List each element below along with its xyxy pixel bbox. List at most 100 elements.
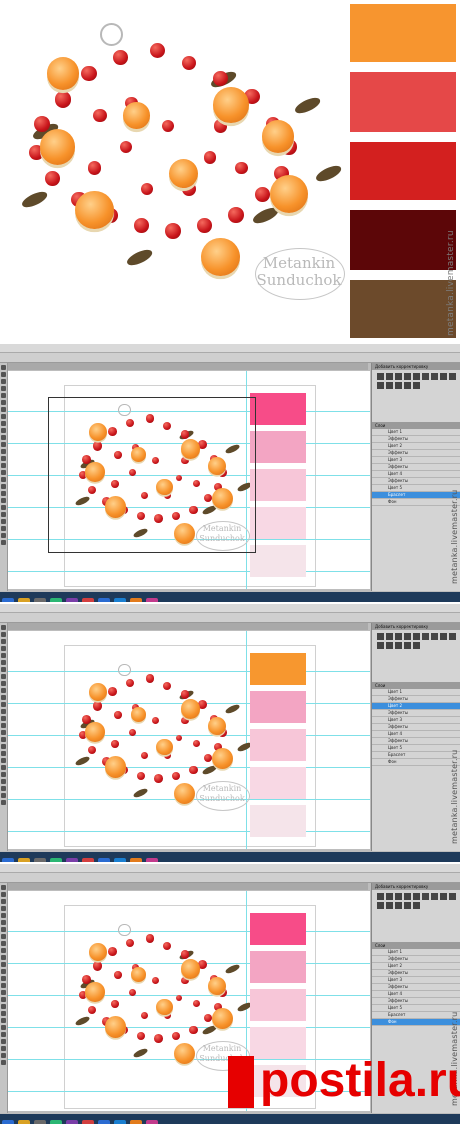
layer-row[interactable]: Цвет 4 <box>372 991 460 998</box>
guide-line[interactable] <box>8 571 370 572</box>
tool-icon[interactable] <box>1 393 6 398</box>
tool-icon[interactable] <box>1 1039 6 1044</box>
taskbar-app-icon[interactable] <box>50 598 62 602</box>
layer-row[interactable]: Цвет 1 <box>372 689 460 696</box>
layer-row[interactable]: Фон <box>372 759 460 766</box>
tool-icon[interactable] <box>1 386 6 391</box>
tool-icon[interactable] <box>1 526 6 531</box>
tool-icon[interactable] <box>1 372 6 377</box>
document-tab[interactable]: Браслет цветочный @ 50% (Кривые, RGB/8) <box>8 883 368 899</box>
layer-row[interactable]: Браслет <box>372 1012 460 1019</box>
layer-row[interactable]: Цвет 4 <box>372 471 460 478</box>
layer-row[interactable]: Цвет 1 <box>372 429 460 436</box>
layer-row[interactable]: Цвет 3 <box>372 457 460 464</box>
adjustment-icon[interactable] <box>386 902 393 909</box>
layer-row[interactable]: Эффекты <box>372 984 460 991</box>
taskbar-app-icon[interactable] <box>98 598 110 602</box>
tool-icon[interactable] <box>1 505 6 510</box>
tool-icon[interactable] <box>1 906 6 911</box>
tool-icon[interactable] <box>1 428 6 433</box>
taskbar-app-icon[interactable] <box>146 598 158 602</box>
layer-row[interactable]: Цвет 5 <box>372 1005 460 1012</box>
tool-icon[interactable] <box>1 1025 6 1030</box>
color-swatch-layer[interactable] <box>250 653 306 685</box>
color-swatch-layer[interactable] <box>250 989 306 1021</box>
tool-icon[interactable] <box>1 639 6 644</box>
adjustment-icon[interactable] <box>449 373 456 380</box>
color-swatch-layer[interactable] <box>250 691 306 723</box>
adjustment-icon[interactable] <box>395 902 402 909</box>
tool-icon[interactable] <box>1 646 6 651</box>
tool-icon[interactable] <box>1 519 6 524</box>
taskbar-app-icon[interactable] <box>34 858 46 862</box>
tool-icon[interactable] <box>1 934 6 939</box>
layer-row[interactable]: Эффекты <box>372 956 460 963</box>
adjustment-icon[interactable] <box>386 633 393 640</box>
tool-icon[interactable] <box>1 632 6 637</box>
adjustment-icon[interactable] <box>404 373 411 380</box>
tool-icon[interactable] <box>1 491 6 496</box>
document-tab[interactable]: Браслет цветочный @ 50% (Кривые, RGB/8) <box>8 623 368 639</box>
taskbar-app-icon[interactable] <box>18 598 30 602</box>
tool-icon[interactable] <box>1 365 6 370</box>
tool-icon[interactable] <box>1 927 6 932</box>
tool-icon[interactable] <box>1 477 6 482</box>
adjustment-icon[interactable] <box>449 893 456 900</box>
tool-icon[interactable] <box>1 400 6 405</box>
tool-icon[interactable] <box>1 1046 6 1051</box>
tool-icon[interactable] <box>1 793 6 798</box>
adjustment-icon[interactable] <box>386 373 393 380</box>
layer-row[interactable]: Фон <box>372 499 460 506</box>
tool-icon[interactable] <box>1 442 6 447</box>
layer-row[interactable]: Эффекты <box>372 696 460 703</box>
adjustment-icon[interactable] <box>413 382 420 389</box>
taskbar-app-icon[interactable] <box>146 1120 158 1124</box>
taskbar-app-icon[interactable] <box>98 858 110 862</box>
tool-icon[interactable] <box>1 681 6 686</box>
adjustment-icon[interactable] <box>404 382 411 389</box>
adjustment-icon[interactable] <box>440 893 447 900</box>
tool-icon[interactable] <box>1 962 6 967</box>
tool-icon[interactable] <box>1 449 6 454</box>
tool-icon[interactable] <box>1 969 6 974</box>
color-swatch-layer[interactable] <box>250 431 306 463</box>
adjustment-icon[interactable] <box>395 642 402 649</box>
guide-line[interactable] <box>8 831 370 832</box>
taskbar-app-icon[interactable] <box>130 1120 142 1124</box>
taskbar-app-icon[interactable] <box>34 598 46 602</box>
layer-row[interactable]: Эффекты <box>372 738 460 745</box>
tool-icon[interactable] <box>1 765 6 770</box>
layer-row[interactable]: Браслет <box>372 492 460 499</box>
adjustment-icon[interactable] <box>431 373 438 380</box>
tool-icon[interactable] <box>1 772 6 777</box>
taskbar-app-icon[interactable] <box>82 598 94 602</box>
adjustment-icon[interactable] <box>386 893 393 900</box>
tool-icon[interactable] <box>1 716 6 721</box>
taskbar-app-icon[interactable] <box>114 858 126 862</box>
color-swatch-layer[interactable] <box>250 507 306 539</box>
document-tab[interactable]: Браслет цветочный @ 50% (Кривые, RGB/8) <box>8 363 368 379</box>
adjustment-icon[interactable] <box>404 633 411 640</box>
adjustment-icon[interactable] <box>377 642 384 649</box>
taskbar-app-icon[interactable] <box>50 1120 62 1124</box>
adjustment-icon[interactable] <box>377 633 384 640</box>
tool-icon[interactable] <box>1 779 6 784</box>
color-swatch-layer[interactable] <box>250 805 306 837</box>
tool-icon[interactable] <box>1 730 6 735</box>
adjustment-icon[interactable] <box>431 633 438 640</box>
tool-icon[interactable] <box>1 653 6 658</box>
adjustment-icon[interactable] <box>431 893 438 900</box>
layer-row[interactable]: Цвет 3 <box>372 977 460 984</box>
color-swatch-layer[interactable] <box>250 393 306 425</box>
taskbar-app-icon[interactable] <box>66 1120 78 1124</box>
color-swatch-layer[interactable] <box>250 767 306 799</box>
tool-icon[interactable] <box>1 976 6 981</box>
adjustment-icon[interactable] <box>395 893 402 900</box>
layer-row[interactable]: Эффекты <box>372 970 460 977</box>
tool-icon[interactable] <box>1 484 6 489</box>
taskbar-app-icon[interactable] <box>2 858 14 862</box>
layer-row[interactable]: Цвет 1 <box>372 949 460 956</box>
taskbar-app-icon[interactable] <box>98 1120 110 1124</box>
tool-icon[interactable] <box>1 709 6 714</box>
adjustment-icon[interactable] <box>377 382 384 389</box>
